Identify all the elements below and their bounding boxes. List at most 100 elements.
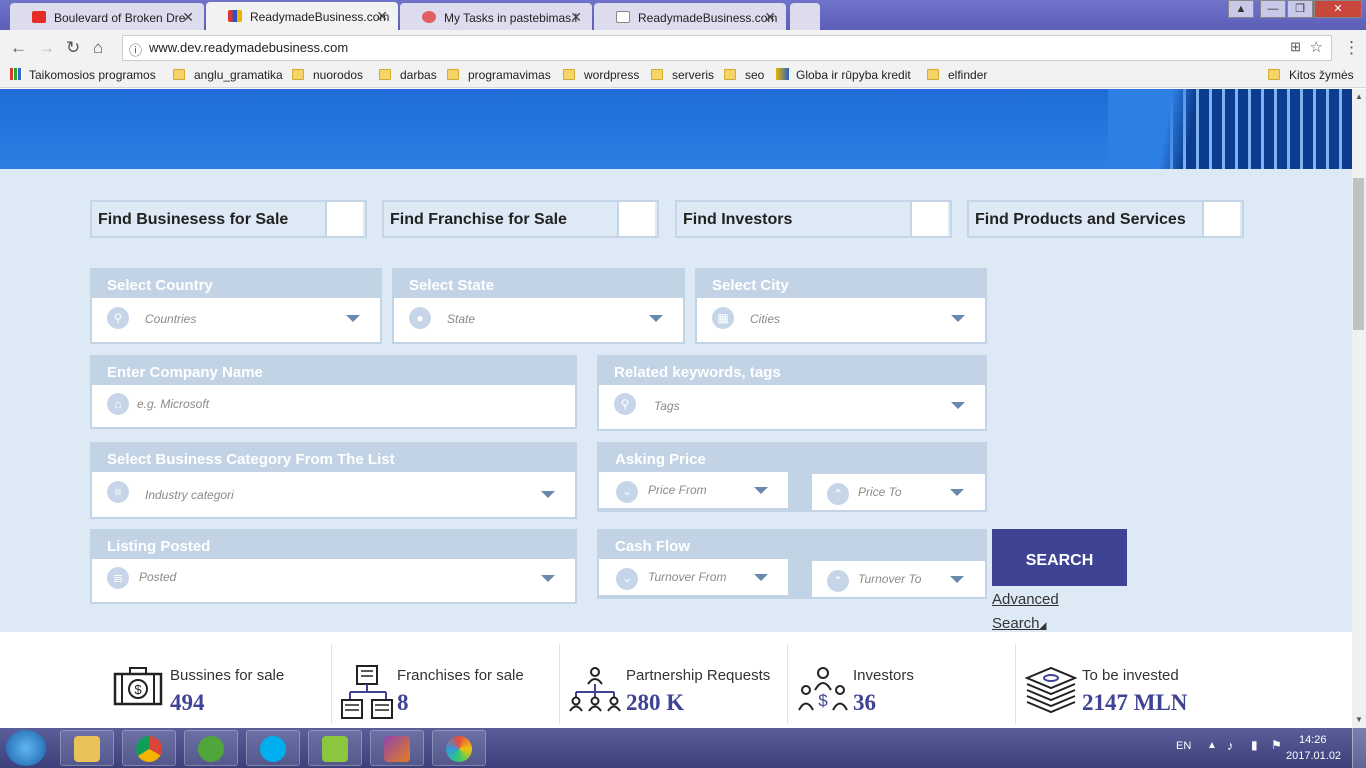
tab-find-investors[interactable]: Find Investors <box>675 200 952 238</box>
clock-time[interactable]: 14:26 <box>1299 734 1327 746</box>
folder-icon <box>724 69 736 80</box>
page-icon <box>616 11 630 23</box>
scrollbar-thumb[interactable] <box>1353 178 1364 330</box>
search-button[interactable]: SEARCH <box>992 529 1127 586</box>
tab-find-businesses[interactable]: Find Businesess for Sale <box>90 200 367 238</box>
stat-franchises: Franchises for sale 8 <box>340 640 550 722</box>
new-tab-button[interactable] <box>790 3 820 30</box>
maximize-button[interactable]: ❐ <box>1287 0 1313 18</box>
map-pin-icon: ● <box>409 307 431 329</box>
taskbar-notepadpp[interactable] <box>308 730 362 766</box>
scroll-down-icon[interactable]: ▼ <box>1355 715 1363 724</box>
taskbar-skype[interactable] <box>246 730 300 766</box>
chevron-down-icon <box>754 487 768 494</box>
taskbar-paint[interactable] <box>432 730 486 766</box>
state-field: Select State ● State <box>392 268 685 344</box>
city-field: Select City ▦ Cities <box>695 268 987 344</box>
stat-investors: $ Investors 36 <box>796 640 1006 722</box>
flag-icon[interactable]: ⚑ <box>1271 738 1282 752</box>
stat-partnership: Partnership Requests 280 K <box>568 640 783 722</box>
utorrent-icon <box>198 736 224 762</box>
caret-icon: ◢ <box>1039 620 1047 630</box>
browser-tab-3[interactable]: My Tasks in pastebimas.l ✕ <box>400 3 592 30</box>
city-select[interactable]: ▦ Cities <box>697 298 985 342</box>
bookmark-folder[interactable]: seo <box>724 68 764 82</box>
chevron-up-icon: ⌃ <box>827 570 849 592</box>
home-icon[interactable]: ⌂ <box>93 38 103 58</box>
advanced-search-link[interactable]: Advanced Search◢ <box>992 588 1059 637</box>
show-desktop-button[interactable] <box>1352 728 1366 768</box>
price-to-select[interactable]: ⌃ Price To <box>812 474 985 510</box>
bookmark-apps[interactable]: Taikomosios programos <box>10 68 156 82</box>
chevron-down-icon <box>541 575 555 582</box>
divider <box>559 644 560 724</box>
browser-tab-strip: Boulevard of Broken Dre ✕ ReadymadeBusin… <box>0 0 1366 30</box>
back-icon[interactable]: ← <box>10 38 27 58</box>
posted-select[interactable]: ≣ Posted <box>92 559 575 602</box>
bookmark-folder[interactable]: programavimas <box>447 68 551 82</box>
browser-tab-4[interactable]: ReadymadeBusiness.com ✕ <box>594 3 786 30</box>
bookmark-folder[interactable]: wordpress <box>563 68 639 82</box>
browser-tab-2[interactable]: ReadymadeBusiness.com ✕ <box>206 2 398 30</box>
tab-title: ReadymadeBusiness.com <box>250 10 390 24</box>
close-icon[interactable]: ✕ <box>570 9 582 26</box>
url-bar[interactable]: ⓘ www.dev.readymadebusiness.com ⊞ ☆ <box>122 35 1332 61</box>
svg-text:$: $ <box>818 691 828 710</box>
translate-icon[interactable]: ⊞ <box>1290 39 1301 55</box>
bookmark-folder[interactable]: darbas <box>379 68 437 82</box>
country-field: Select Country ⚲ Countries <box>90 268 382 344</box>
close-icon[interactable]: ✕ <box>764 9 776 26</box>
bookmark-folder[interactable]: serveris <box>651 68 714 82</box>
category-select[interactable]: ≡ Industry categori <box>92 472 575 517</box>
divider <box>787 644 788 724</box>
tab-find-franchise[interactable]: Find Franchise for Sale <box>382 200 659 238</box>
close-icon[interactable]: ✕ <box>182 9 194 26</box>
language-indicator[interactable]: EN <box>1176 740 1191 752</box>
keywords-select[interactable]: ⚲ Tags <box>599 385 985 429</box>
start-button[interactable] <box>6 730 46 766</box>
network-icon[interactable]: ▮ <box>1251 738 1258 752</box>
taskbar-explorer[interactable] <box>60 730 114 766</box>
bookmark-other[interactable]: Kitos žymės <box>1268 68 1354 82</box>
user-icon[interactable]: ▲ <box>1228 0 1254 18</box>
tab-find-products[interactable]: Find Products and Services <box>967 200 1244 238</box>
folder-icon <box>447 69 459 80</box>
star-icon[interactable]: ☆ <box>1310 38 1323 56</box>
franchise-network-icon <box>341 665 393 719</box>
taskbar-chrome[interactable] <box>122 730 176 766</box>
window-close-button[interactable]: ✕ <box>1314 0 1362 18</box>
turnover-from-select[interactable]: ⌄ Turnover From <box>599 559 788 595</box>
bookmark-link[interactable]: Globa ir rūpyba kredit <box>776 68 911 82</box>
country-select[interactable]: ⚲ Countries <box>92 298 380 342</box>
reload-icon[interactable]: ↻ <box>66 38 80 58</box>
company-input[interactable]: ⌂ e.g. Microsoft <box>92 385 575 427</box>
cashflow-field: Cash Flow ⌄ Turnover From ⌃ Turnover To <box>597 529 987 599</box>
bookmark-folder[interactable]: anglu_gramatika <box>173 68 283 82</box>
price-from-select[interactable]: ⌄ Price From <box>599 472 788 508</box>
tab-checkbox[interactable] <box>1202 202 1240 236</box>
volume-icon[interactable]: ♪ <box>1227 738 1234 753</box>
state-select[interactable]: ● State <box>394 298 683 342</box>
bookmark-folder[interactable]: nuorodos <box>292 68 363 82</box>
tab-checkbox[interactable] <box>617 202 655 236</box>
taskbar-phpstorm[interactable] <box>370 730 424 766</box>
folder-icon <box>292 69 304 80</box>
minimize-button[interactable]: — <box>1260 0 1286 18</box>
browser-tab-1[interactable]: Boulevard of Broken Dre ✕ <box>10 3 204 30</box>
menu-icon[interactable]: ⋮ <box>1343 38 1360 58</box>
tray-arrow-icon[interactable]: ▲ <box>1207 740 1217 751</box>
clock-date[interactable]: 2017.01.02 <box>1286 750 1341 762</box>
tab-checkbox[interactable] <box>325 202 363 236</box>
tab-title: ReadymadeBusiness.com <box>638 11 778 25</box>
folder-icon <box>1268 69 1280 80</box>
tab-checkbox[interactable] <box>910 202 948 236</box>
paint-icon <box>446 736 472 762</box>
close-icon[interactable]: ✕ <box>376 8 388 25</box>
scroll-up-icon[interactable]: ▲ <box>1355 92 1363 101</box>
forward-icon[interactable]: → <box>38 38 55 58</box>
turnover-to-select[interactable]: ⌃ Turnover To <box>812 561 985 597</box>
tab-title: Boulevard of Broken Dre <box>54 11 186 25</box>
bookmark-folder[interactable]: elfinder <box>927 68 987 82</box>
notepad-icon <box>322 736 348 762</box>
taskbar-utorrent[interactable] <box>184 730 238 766</box>
